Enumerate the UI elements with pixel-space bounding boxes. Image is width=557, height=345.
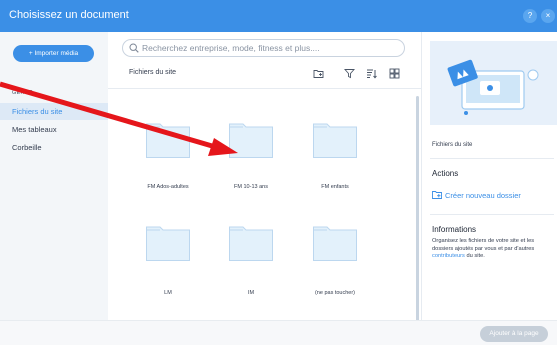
info-text: Organisez les fichiers de votre site et …: [432, 238, 556, 261]
folder-icon: [229, 123, 273, 158]
info-text-part: du site.: [466, 253, 485, 259]
folder-label: FM Ados-adultes: [147, 184, 189, 190]
create-folder-link[interactable]: Créer nouveau dossier: [432, 190, 521, 200]
close-button[interactable]: ×: [541, 9, 555, 23]
folder-icon: [146, 226, 190, 261]
contributors-link[interactable]: contributeurs: [432, 253, 465, 259]
folder-item[interactable]: [229, 121, 273, 158]
search-input[interactable]: Recherchez entreprise, mode, fitness et …: [122, 39, 405, 57]
folder-item[interactable]: [146, 121, 190, 158]
actions-heading: Actions: [432, 169, 459, 178]
folder-item[interactable]: [313, 121, 357, 158]
sidebar-section-label: GÉRER: [12, 90, 34, 96]
folder-label: (ne pas toucher): [314, 290, 356, 296]
folder-label: LM: [164, 290, 172, 296]
add-to-page-button[interactable]: Ajouter à la page: [480, 326, 548, 342]
create-folder-label: Créer nouveau dossier: [445, 191, 521, 200]
sort-icon[interactable]: [366, 68, 377, 79]
title-bar: Choisissez un document ? ×: [0, 0, 557, 32]
footer-bar: [0, 320, 557, 345]
folder-label: IM: [247, 290, 255, 296]
import-media-button[interactable]: + Importer média: [13, 45, 94, 62]
search-icon: [129, 43, 139, 53]
help-button[interactable]: ?: [523, 9, 537, 23]
panel-divider: [430, 158, 554, 159]
filter-icon[interactable]: [344, 68, 355, 79]
folder-item[interactable]: [313, 224, 357, 261]
sidebar-item-site-files[interactable]: Fichiers du site: [0, 103, 108, 120]
folder-label: FM enfants: [321, 184, 349, 190]
folder-preview-illustration: [430, 41, 557, 125]
panel-divider: [430, 214, 554, 215]
folder-item[interactable]: [229, 224, 273, 261]
folder-path-title: Fichiers du site: [129, 69, 177, 76]
folder-item[interactable]: [146, 224, 190, 261]
window-title: Choisissez un document: [9, 9, 129, 21]
folder-icon: [146, 123, 190, 158]
details-panel: Fichiers du site Actions Créer nouveau d…: [421, 32, 557, 320]
folder-label: FM 10-13 ans: [234, 184, 268, 190]
new-folder-icon[interactable]: [313, 68, 324, 79]
info-heading: Informations: [432, 225, 477, 234]
scrollbar[interactable]: [416, 96, 419, 324]
sidebar-item-trash[interactable]: Corbeille: [0, 139, 108, 156]
search-placeholder: Recherchez entreprise, mode, fitness et …: [142, 43, 320, 53]
sidebar-item-my-boards[interactable]: Mes tableaux: [0, 121, 108, 138]
grid-view-icon[interactable]: [389, 68, 400, 79]
new-folder-icon: [432, 191, 442, 199]
main-content: Recherchez entreprise, mode, fitness et …: [108, 32, 421, 345]
sidebar: + Importer média GÉRER Fichiers du site …: [0, 32, 108, 345]
folder-icon: [229, 226, 273, 261]
panel-title: Fichiers du site: [432, 142, 473, 148]
toolbar-divider: [108, 88, 421, 89]
folder-icon: [313, 123, 357, 158]
info-text-part: Organisez les fichiers de votre site et …: [432, 238, 535, 252]
folder-icon: [313, 226, 357, 261]
